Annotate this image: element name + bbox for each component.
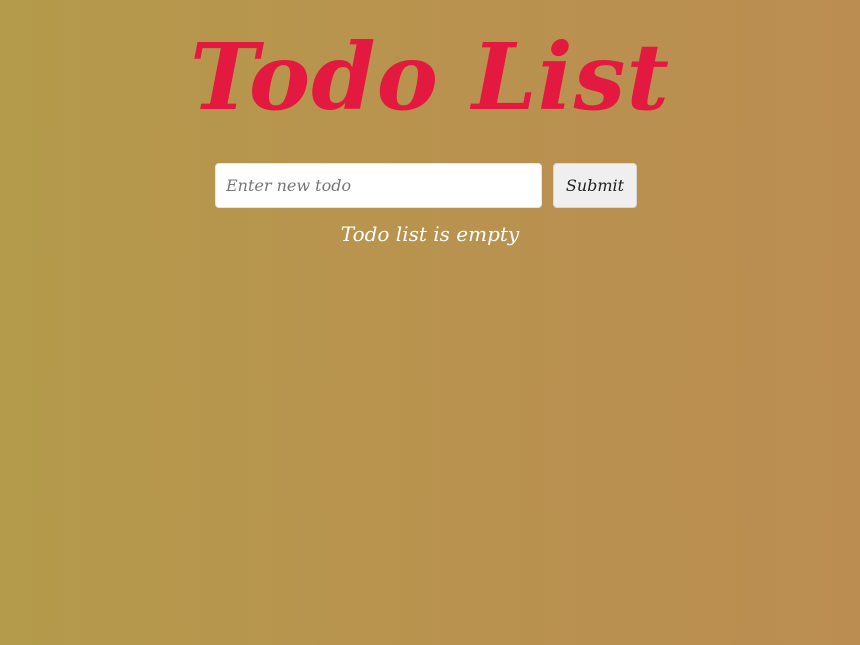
- new-todo-input[interactable]: [215, 163, 542, 208]
- new-todo-form: Submit: [215, 163, 637, 208]
- submit-button[interactable]: Submit: [553, 163, 637, 208]
- empty-list-message: Todo list is empty: [340, 222, 520, 246]
- page-title: Todo List: [190, 23, 670, 131]
